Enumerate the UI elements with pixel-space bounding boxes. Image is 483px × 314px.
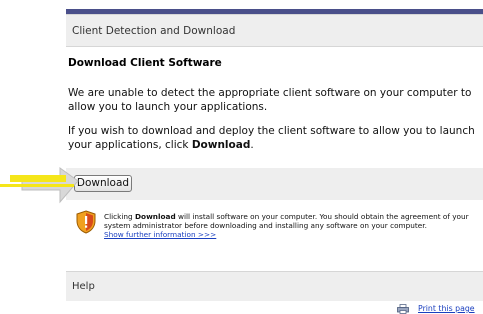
download-instructions-keyword: Download: [191, 139, 251, 151]
download-instructions-text: If you wish to download and deploy the c…: [68, 125, 475, 151]
printer-icon[interactable]: [397, 304, 409, 314]
section-header: Client Detection and Download: [66, 14, 483, 47]
help-label: Help: [72, 281, 95, 292]
page-title: Download Client Software: [68, 57, 222, 69]
download-instructions: If you wish to download and deploy the c…: [68, 124, 478, 152]
print-page-link[interactable]: Print this page: [418, 304, 475, 313]
download-instructions-period: .: [250, 139, 254, 151]
show-further-information-link[interactable]: Show further information >>>: [104, 230, 216, 239]
install-notice: Clicking Download will install software …: [104, 212, 479, 239]
download-button[interactable]: Download: [74, 175, 132, 192]
section-header-title: Client Detection and Download: [72, 24, 236, 37]
detection-message: We are unable to detect the appropriate …: [68, 87, 472, 113]
help-section-header[interactable]: Help: [66, 271, 483, 301]
security-shield-icon: [76, 210, 96, 234]
install-notice-keyword: Download: [135, 212, 176, 221]
install-notice-prefix: Clicking: [104, 212, 135, 221]
pointer-arrow-icon: [0, 167, 79, 204]
